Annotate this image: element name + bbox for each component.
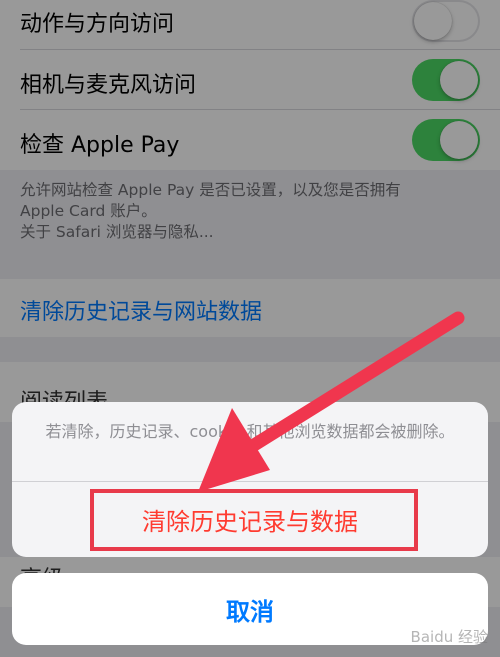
baidu-watermark: Baidu 经验 — [410, 628, 488, 646]
screen: 动作与方向访问 相机与麦克风访问 检查 Apple Pay 允许网站检查 App… — [0, 0, 500, 657]
annotation-arrow-icon — [198, 311, 465, 492]
